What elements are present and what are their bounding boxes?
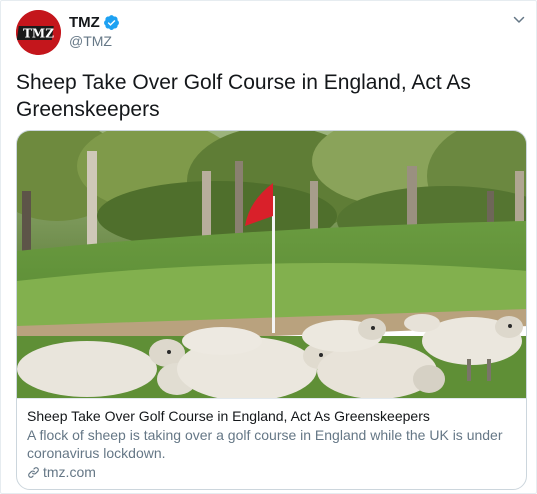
card-domain-text[interactable]: tmz.com [43, 463, 96, 481]
author-handle[interactable]: @TMZ [69, 33, 112, 49]
avatar-logo-text: TMZ [23, 27, 54, 41]
chevron-down-icon[interactable] [512, 13, 526, 27]
avatar[interactable]: TMZ [16, 10, 61, 55]
tweet-text: Sheep Take Over Golf Course in England, … [16, 71, 471, 121]
card-domain[interactable]: tmz.com [27, 463, 518, 481]
verified-badge-icon [103, 14, 119, 30]
tmz-logo: TMZ [16, 10, 61, 55]
display-name[interactable]: TMZ [69, 14, 100, 31]
author-name-row: TMZ [69, 13, 120, 31]
card-title[interactable]: Sheep Take Over Golf Course in England, … [27, 407, 518, 425]
link-icon [28, 466, 39, 478]
card-image-sheep-golf-course[interactable] [17, 131, 527, 398]
tweet-container: TMZ TMZ @TMZ Sheep Take Over Golf Course… [0, 0, 537, 494]
link-preview-card[interactable]: Sheep Take Over Golf Course in England, … [16, 130, 527, 490]
card-description: A flock of sheep is taking over a golf c… [27, 427, 503, 461]
card-body[interactable]: Sheep Take Over Golf Course in England, … [17, 398, 526, 489]
